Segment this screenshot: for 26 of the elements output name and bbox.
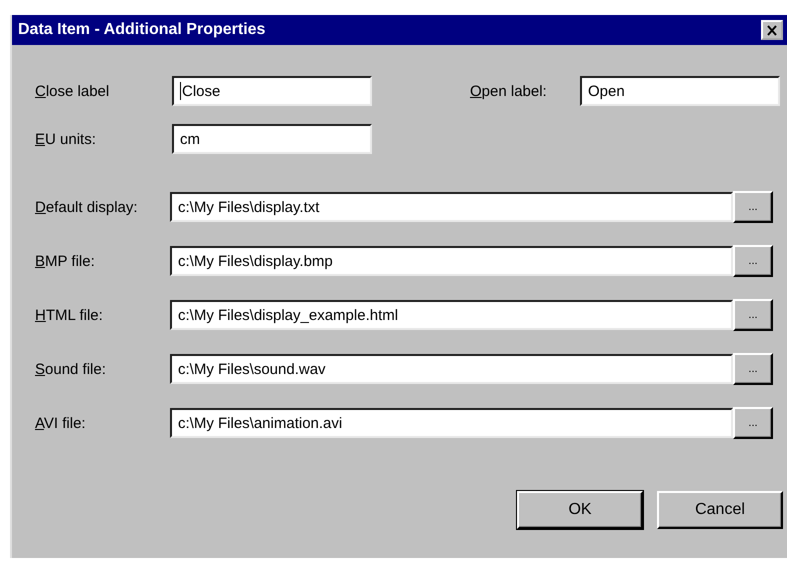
field-label: BMP file: (35, 252, 96, 270)
dialog-button[interactable]: Cancel (657, 491, 783, 529)
input-field[interactable]: cm (172, 124, 372, 154)
field-label: Sound file: (35, 360, 107, 378)
browse-button[interactable]: ... (733, 407, 773, 439)
field-label: AVI file: (35, 414, 87, 432)
close-button[interactable] (761, 20, 783, 40)
field-label: EU units: (35, 130, 97, 148)
field-label: Close label (35, 82, 110, 100)
input-field[interactable]: Close (172, 76, 372, 106)
field-label: Default display: (35, 198, 139, 216)
field-label: Open label: (470, 82, 548, 100)
window-title: Data Item - Additional Properties (18, 21, 266, 39)
field-label: HTML file: (35, 306, 104, 324)
input-field[interactable]: c:\My Files\display_example.html (170, 300, 733, 330)
browse-button[interactable]: ... (733, 245, 773, 277)
dialog-button[interactable]: OK (517, 491, 643, 529)
input-field[interactable]: Open (580, 76, 780, 106)
input-field[interactable]: c:\My Files\sound.wav (170, 354, 733, 384)
browse-button[interactable]: ... (733, 299, 773, 331)
browse-button[interactable]: ... (733, 191, 773, 223)
input-field[interactable]: c:\My Files\display.txt (170, 192, 733, 222)
close-icon (766, 24, 778, 36)
input-field[interactable]: c:\My Files\animation.avi (170, 408, 733, 438)
input-field[interactable]: c:\My Files\display.bmp (170, 246, 733, 276)
browse-button[interactable]: ... (733, 353, 773, 385)
